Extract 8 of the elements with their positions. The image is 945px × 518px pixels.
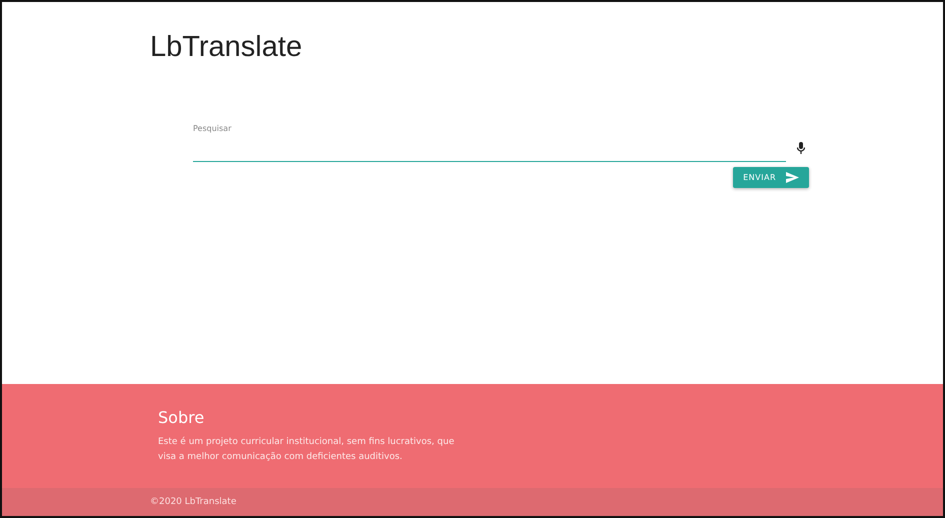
app-title: LbTranslate [150,31,302,64]
copyright-text: ©2020 LbTranslate [150,497,236,507]
search-field[interactable]: Pesquisar [193,124,786,162]
footer-text: Este é um projeto curricular institucional, sem fins lucrativos, que visa a melhor comunicação com deficientes auditivos. [158,436,456,464]
footer-heading: Sobre [158,408,206,427]
send-icon [786,172,799,183]
microphone-icon[interactable] [797,142,805,154]
send-button[interactable]: ENVIAR [733,167,809,188]
